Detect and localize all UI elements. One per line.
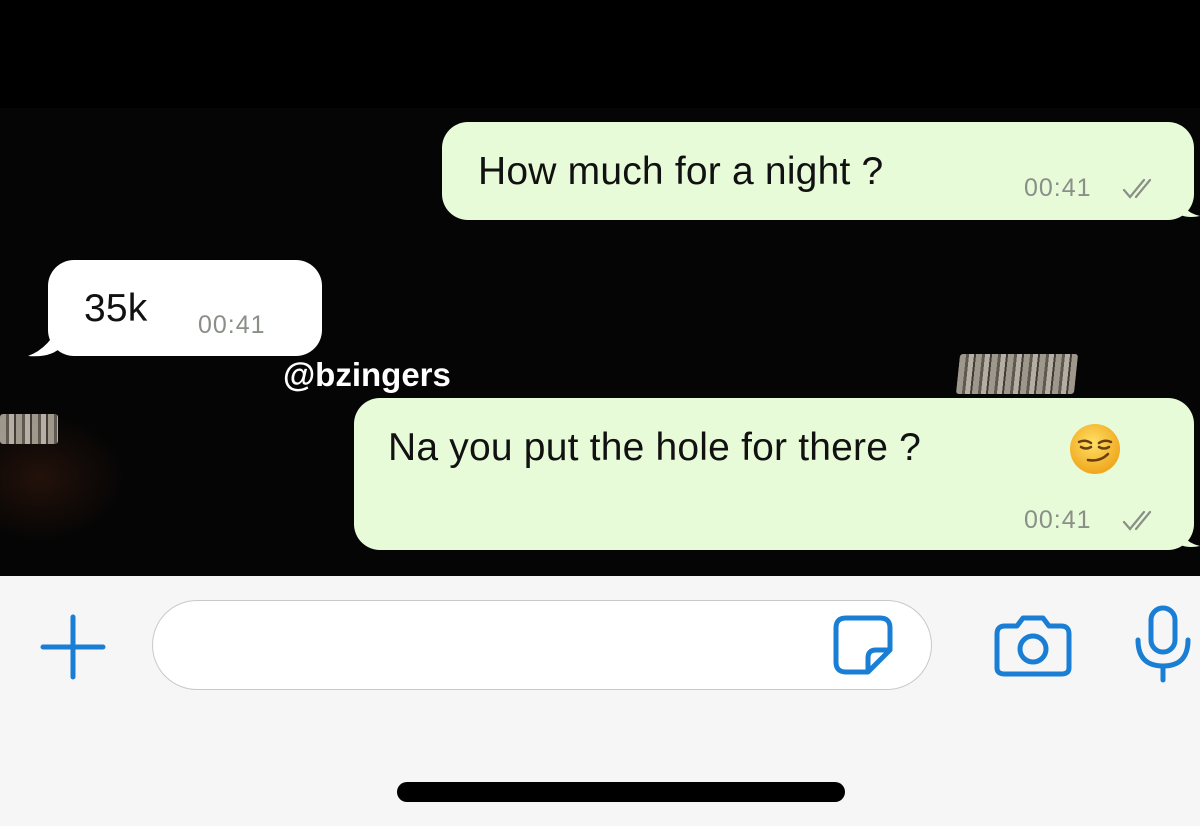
bubble-tail [1170, 184, 1200, 217]
message-time: 00:41 [198, 311, 266, 339]
double-check-icon [1122, 510, 1152, 531]
top-bar [0, 0, 1200, 108]
message-text: Na you put the hole for there ? [388, 426, 922, 469]
smirking-face-icon [1070, 424, 1120, 474]
sticker-icon[interactable] [830, 612, 896, 678]
message-time: 00:41 [1024, 174, 1092, 202]
microphone-icon[interactable] [1130, 604, 1196, 684]
plus-icon[interactable] [38, 612, 108, 682]
message-text: 35k [84, 287, 148, 330]
message-text: How much for a night ? [478, 150, 884, 193]
chat-screen: How much for a night ? 00:41 35k 00:41 @… [0, 0, 1200, 826]
watermark: @bzingers [283, 356, 451, 393]
wallpaper-decoration [955, 354, 1079, 394]
message-input[interactable] [152, 600, 932, 690]
bubble-tail [1170, 514, 1200, 547]
bubble-tail [28, 320, 62, 357]
wallpaper-decoration [0, 414, 58, 444]
camera-icon[interactable] [993, 612, 1073, 678]
double-check-icon [1122, 178, 1152, 199]
home-indicator[interactable] [397, 782, 845, 802]
message-time: 00:41 [1024, 506, 1092, 534]
